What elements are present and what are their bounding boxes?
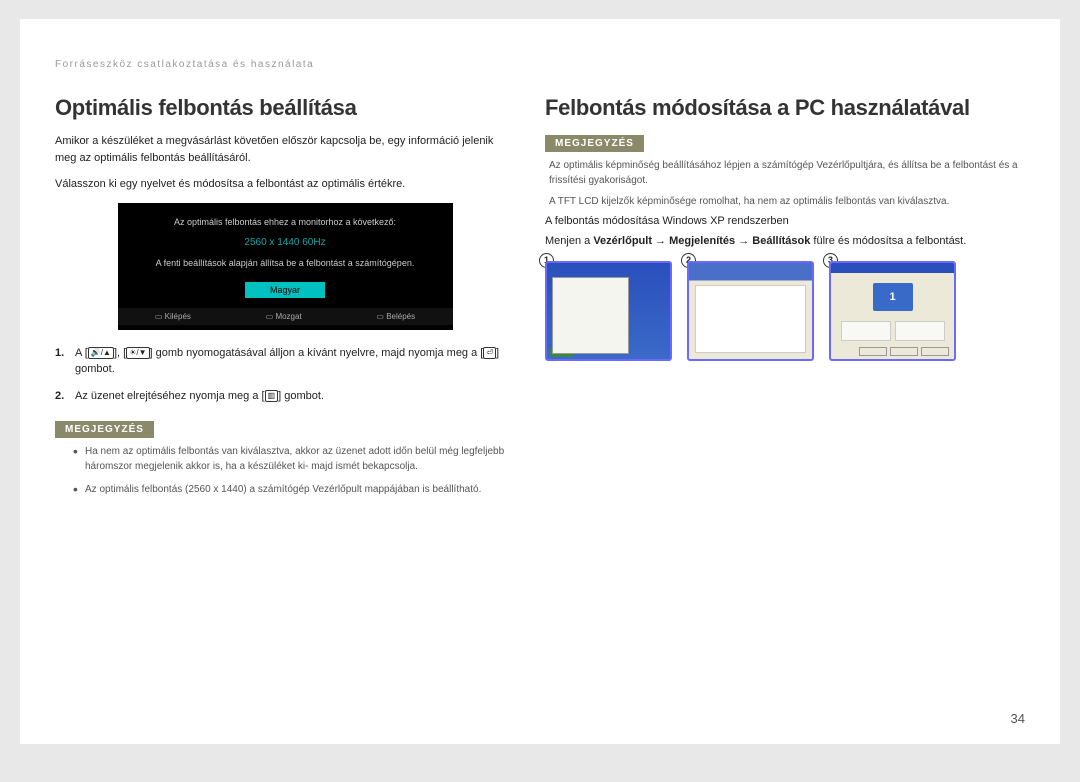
- right-note-1: Az optimális képminőség beállításához lé…: [545, 158, 1025, 188]
- screenshot-1-wrap: 1 start: [545, 261, 672, 361]
- control-panel-icons: [699, 289, 802, 349]
- monitor-preview-icon: 1: [873, 283, 913, 311]
- osd-enter: Belépés: [376, 312, 415, 321]
- steps-list: A [🔊/▲], [☀/▼] gomb nyomogatásával álljo…: [55, 345, 515, 405]
- volume-down-icon: ☀/▼: [126, 347, 149, 359]
- dialog-buttons: [831, 347, 949, 356]
- left-column: Optimális felbontás beállítása Amikor a …: [55, 95, 515, 505]
- heading-left: Optimális felbontás beállítása: [55, 95, 515, 121]
- right-note-block: Az optimális képminőség beállításához lé…: [545, 158, 1025, 209]
- heading-right: Felbontás módosítása a PC használatával: [545, 95, 1025, 121]
- screenshot-2-wrap: 2: [687, 261, 814, 361]
- volume-up-icon: 🔊/▲: [88, 347, 114, 359]
- osd-screenshot: Az optimális felbontás ehhez a monitorho…: [118, 203, 453, 330]
- menu-icon: ▥: [265, 390, 279, 402]
- dialog-titlebar: [831, 263, 954, 273]
- osd-line2: A fenti beállítások alapján állítsa be a…: [118, 258, 453, 268]
- screenshot-desktop: start: [545, 261, 672, 361]
- enter-icon: ⏎: [483, 347, 496, 359]
- note-item-2: Az optimális felbontás (2560 x 1440) a s…: [73, 482, 515, 497]
- screenshot-control-panel: [687, 261, 814, 361]
- start-button-icon: start: [549, 347, 573, 357]
- osd-legend: Kilépés Mozgat Belépés: [118, 308, 453, 325]
- step-1: A [🔊/▲], [☀/▼] gomb nyomogatásával álljo…: [55, 345, 515, 378]
- settings-sliders: [831, 321, 954, 341]
- breadcrumb: Forráseszköz csatlakoztatása és használa…: [55, 59, 1025, 70]
- osd-move: Mozgat: [266, 312, 302, 321]
- osd-language-button: Magyar: [245, 282, 325, 298]
- note-list-left: Ha nem az optimális felbontás van kivála…: [55, 444, 515, 497]
- intro-p1: Amikor a készüléket a megvásárlást követ…: [55, 133, 515, 166]
- intro-p2: Válasszon ki egy nyelvet és módosítsa a …: [55, 176, 515, 193]
- screenshot-3-wrap: 3 1: [829, 261, 956, 361]
- subheading-xp: A felbontás módosítása Windows XP rendsz…: [545, 215, 1025, 227]
- note-label-left: MEGJEGYZÉS: [55, 421, 154, 438]
- screenshot-display-settings: 1: [829, 261, 956, 361]
- note-label-right: MEGJEGYZÉS: [545, 135, 644, 152]
- content-columns: Optimális felbontás beállítása Amikor a …: [55, 95, 1025, 505]
- osd-line1: Az optimális felbontás ehhez a monitorho…: [118, 217, 453, 227]
- note-item-1: Ha nem az optimális felbontás van kivála…: [73, 444, 515, 474]
- right-column: Felbontás módosítása a PC használatával …: [545, 95, 1025, 505]
- step-2: Az üzenet elrejtéséhez nyomja meg a [▥] …: [55, 388, 515, 405]
- osd-exit: Kilépés: [155, 312, 191, 321]
- document-page: Forráseszköz csatlakoztatása és használa…: [20, 19, 1060, 744]
- page-number: 34: [1011, 711, 1025, 726]
- nav-instruction: Menjen a Vezérlőpult → Megjelenítés → Be…: [545, 235, 1025, 247]
- right-note-2: A TFT LCD kijelzők képminősége romolhat,…: [545, 194, 1025, 209]
- osd-resolution: 2560 x 1440 60Hz: [118, 237, 453, 248]
- screenshot-row: 1 start 2: [545, 261, 1025, 361]
